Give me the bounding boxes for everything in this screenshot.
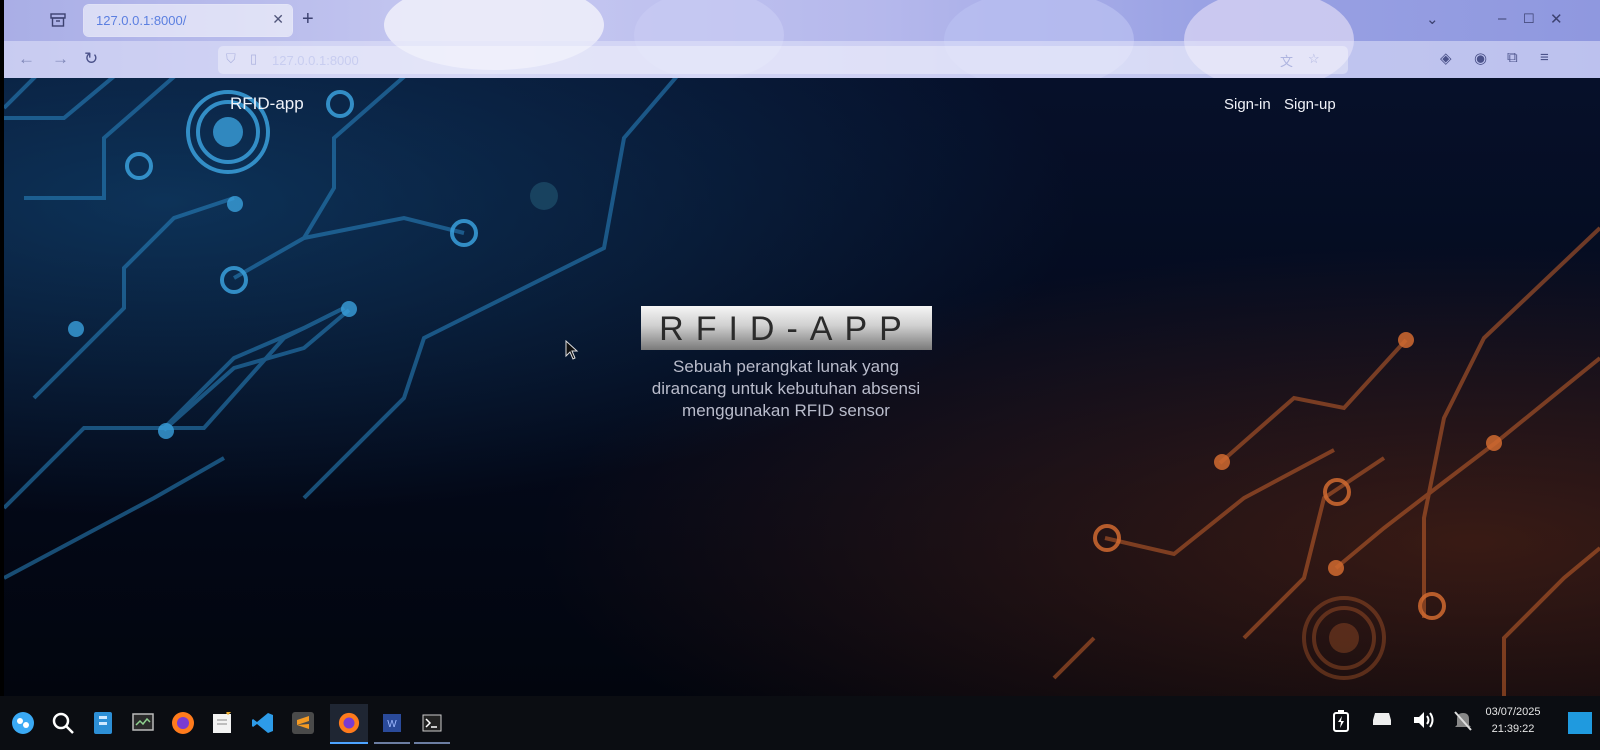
hero-subtitle-line: Sebuah perangkat lunak yang (673, 357, 899, 376)
bookmark-star-icon[interactable]: ☆ (1308, 51, 1320, 67)
clock[interactable]: 03/07/2025 21:39:22 (1478, 704, 1548, 738)
maximize-icon[interactable]: ☐ (1523, 11, 1535, 27)
launcher-icon[interactable] (6, 704, 40, 742)
minimize-icon[interactable]: – (1498, 10, 1506, 27)
new-tab-icon[interactable]: + (302, 8, 314, 31)
browser-window: 127.0.0.1:8000/ ✕ + ⌄ – ☐ ✕ ← → ↻ ⛉ ▯ 12… (4, 0, 1600, 78)
hero-subtitle-line: dirancang untuk kebutuhan absensi (651, 379, 921, 398)
extensions-icon[interactable]: ⧉ (1507, 49, 1518, 66)
firefox-icon[interactable] (330, 704, 368, 744)
hero-title: RFID-APP (641, 306, 932, 350)
page-info-icon[interactable]: ▯ (250, 51, 257, 67)
hero-subtitle-line: menggunakan RFID sensor (682, 401, 890, 420)
forward-icon[interactable]: → (52, 49, 69, 69)
sublime-text-icon[interactable] (286, 704, 320, 742)
search-icon[interactable] (46, 704, 80, 742)
browser-tab[interactable]: 127.0.0.1:8000/ ✕ (84, 5, 292, 36)
show-desktop-button[interactable] (1568, 712, 1592, 734)
url-text: 127.0.0.1:8000 (272, 53, 359, 68)
mouse-cursor-icon (565, 340, 579, 360)
notifications-off-icon[interactable] (1453, 710, 1473, 738)
firefox-icon[interactable] (166, 704, 200, 742)
address-bar[interactable]: ⛉ ▯ 127.0.0.1:8000 文 ☆ (218, 46, 1348, 74)
clock-date: 03/07/2025 (1485, 706, 1541, 718)
signup-link[interactable]: Sign-up (1284, 96, 1336, 113)
tab-close-icon[interactable]: ✕ (272, 11, 284, 28)
storage-icon[interactable] (1372, 710, 1392, 733)
tab-bar: 127.0.0.1:8000/ ✕ + ⌄ – ☐ ✕ (4, 0, 1600, 41)
web-page: RFID-app Sign-in Sign-up RFID-APP Sebuah… (4, 78, 1600, 696)
pocket-icon[interactable]: ◈ (1440, 49, 1452, 67)
svg-text:W: W (387, 719, 397, 730)
reload-icon[interactable]: ↻ (84, 49, 98, 69)
tab-title: 127.0.0.1:8000/ (96, 13, 187, 28)
file-manager-icon[interactable] (86, 704, 120, 742)
signin-link[interactable]: Sign-in (1224, 96, 1271, 113)
shield-icon[interactable]: ⛉ (226, 51, 236, 67)
monitor-icon[interactable] (126, 704, 160, 742)
tab-overflow-chevron-icon[interactable]: ⌄ (1426, 10, 1439, 28)
word-icon[interactable]: W (374, 704, 410, 744)
vscode-icon[interactable] (246, 704, 280, 742)
clock-time: 21:39:22 (1491, 723, 1535, 735)
tab-list-icon[interactable] (48, 10, 68, 30)
account-icon[interactable]: ◉ (1474, 49, 1487, 67)
volume-icon[interactable] (1412, 710, 1436, 736)
battery-charging-icon[interactable] (1332, 710, 1350, 738)
menu-icon[interactable]: ≡ (1540, 49, 1549, 66)
hero-subtitle: Sebuah perangkat lunak yang dirancang un… (626, 356, 946, 422)
terminal-icon[interactable] (414, 704, 450, 744)
translate-icon[interactable]: 文 (1280, 51, 1293, 70)
notes-icon[interactable] (206, 704, 240, 742)
navigation-toolbar: ← → ↻ ⛉ ▯ 127.0.0.1:8000 文 ☆ ◈ ◉ ⧉ ≡ (4, 41, 1600, 78)
back-icon[interactable]: ← (18, 49, 35, 69)
site-brand-link[interactable]: RFID-app (230, 94, 304, 114)
close-window-icon[interactable]: ✕ (1550, 10, 1563, 28)
taskbar: W 03/07/2025 21:39:22 (0, 696, 1600, 750)
